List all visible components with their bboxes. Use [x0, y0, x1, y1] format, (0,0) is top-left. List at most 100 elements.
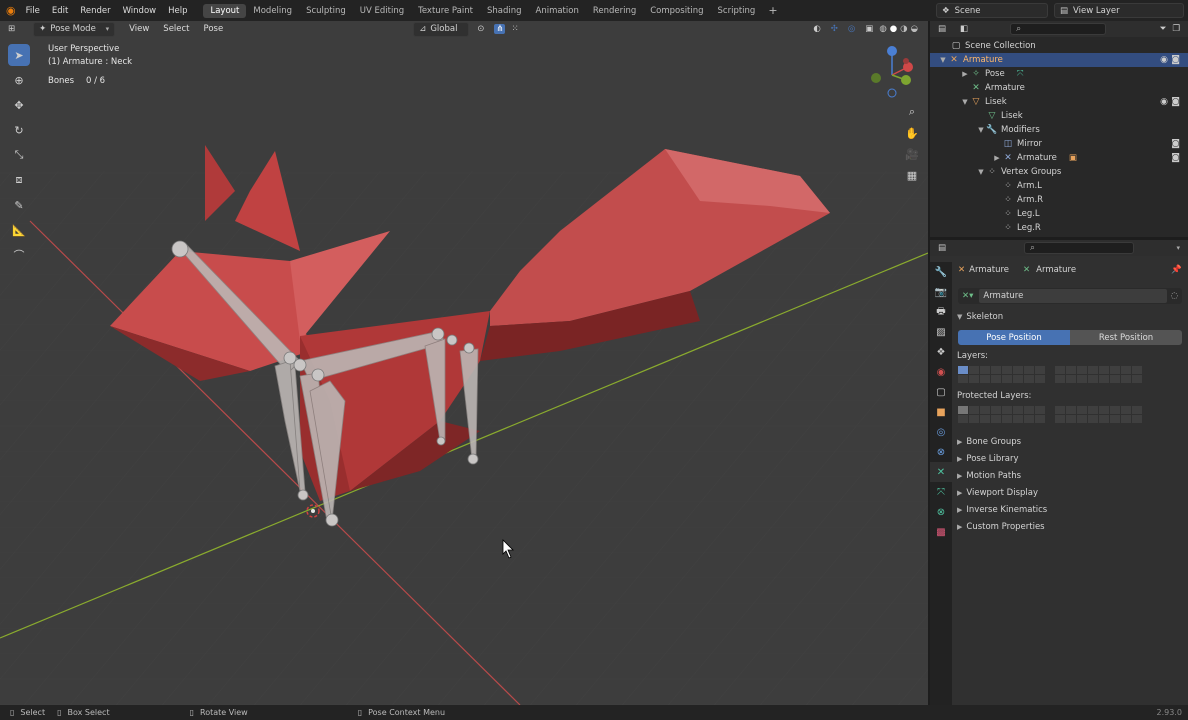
view-layer-tab-icon[interactable]: ▨	[930, 322, 952, 342]
tab-animation[interactable]: Animation	[529, 4, 586, 18]
expand-icon[interactable]: ▶	[960, 70, 970, 78]
outliner-search-input[interactable]: ⌕	[1010, 23, 1107, 35]
protected-layers-grid[interactable]	[958, 406, 1142, 423]
fake-user-icon[interactable]: ◌	[1171, 291, 1178, 301]
outliner-scene-collection[interactable]: ▢ Scene Collection	[930, 39, 1188, 53]
expand-icon[interactable]: ▼	[976, 168, 986, 176]
outliner-item-leg-l[interactable]: ⁘ Leg.L	[930, 207, 1188, 221]
viewport-scene[interactable]	[0, 21, 928, 705]
filter-icon[interactable]: ⏷	[1160, 24, 1167, 34]
pan-hand-icon[interactable]: ✋	[902, 123, 922, 143]
properties-editor-icon[interactable]: ▤	[938, 243, 946, 253]
properties-search-input[interactable]: ⌕	[1024, 242, 1135, 254]
mode-selector[interactable]: ✦ Pose Mode ▾	[33, 21, 116, 37]
expand-icon[interactable]: ▼	[938, 56, 948, 64]
cursor-tool-icon[interactable]: ⊕	[8, 69, 30, 91]
pose-tool-icon[interactable]: ⌒	[8, 244, 30, 266]
tab-scripting[interactable]: Scripting	[711, 4, 763, 18]
3d-viewport[interactable]: ⊞ ✦ Pose Mode ▾ View Select Pose ⊿ Globa…	[0, 21, 928, 705]
select-tool-icon[interactable]: ➤	[8, 44, 30, 66]
scene-tab-icon[interactable]: ❖	[930, 342, 952, 362]
menu-render[interactable]: Render	[74, 6, 116, 16]
physics-tab-icon[interactable]: ◎	[930, 422, 952, 442]
view-layer-selector[interactable]: ▤ View Layer	[1054, 3, 1184, 18]
shading-wireframe-icon[interactable]: ◍	[879, 24, 886, 34]
constraints-tab-icon[interactable]: ⊗	[930, 442, 952, 462]
navigation-gizmo[interactable]	[868, 45, 920, 101]
outliner-item-arm-r[interactable]: ⁘ Arm.R	[930, 193, 1188, 207]
gizmo-icon[interactable]: ✣	[831, 24, 838, 34]
xray-icon[interactable]: ▣	[865, 24, 873, 34]
panel-pose-library[interactable]: ▶ Pose Library	[957, 451, 1181, 467]
expand-icon[interactable]: ▶	[992, 154, 1002, 162]
chevron-down-icon[interactable]: ▾	[1176, 244, 1180, 252]
outliner-item-modifiers[interactable]: ▼ 🔧 Modifiers	[930, 123, 1188, 137]
layers-block-1[interactable]	[958, 366, 1045, 383]
bone-constraints-tab-icon[interactable]: ⊗	[930, 502, 952, 522]
shading-material-icon[interactable]: ◑	[900, 24, 907, 34]
protected-block-1[interactable]	[958, 406, 1045, 423]
rest-position-button[interactable]: Rest Position	[1070, 330, 1182, 345]
menu-file[interactable]: File	[20, 6, 46, 16]
camera-icon[interactable]: 🎥	[902, 144, 922, 164]
panel-motion-paths[interactable]: ▶ Motion Paths	[957, 468, 1181, 484]
editor-type-icon[interactable]: ⊞	[0, 24, 19, 34]
tab-modeling[interactable]: Modeling	[246, 4, 299, 18]
tab-shading[interactable]: Shading	[480, 4, 529, 18]
menu-view[interactable]: View	[129, 24, 149, 34]
outliner-item-armature-modifier[interactable]: ▶ ✕ Armature ▣ ◙	[930, 151, 1188, 165]
menu-edit[interactable]: Edit	[46, 6, 74, 16]
output-tab-icon[interactable]: 🖶	[930, 302, 952, 322]
snap-options-icon[interactable]: ⁙	[511, 24, 518, 34]
scene-selector[interactable]: ❖ Scene	[936, 3, 1048, 18]
outliner-editor-icon[interactable]: ▤	[938, 24, 946, 34]
panel-viewport-display[interactable]: ▶ Viewport Display	[957, 485, 1181, 501]
datablock-selector[interactable]: ✕▾ Armature ◌	[958, 288, 1182, 304]
outliner-item-leg-r[interactable]: ⁘ Leg.R	[930, 221, 1188, 235]
outliner-item-mirror[interactable]: ◫ Mirror ◙	[930, 137, 1188, 151]
eye-icon[interactable]: ◉	[1160, 97, 1168, 107]
measure-tool-icon[interactable]: 📐	[8, 219, 30, 241]
layers-block-2[interactable]	[1055, 366, 1142, 383]
panel-custom-properties[interactable]: ▶ Custom Properties	[957, 519, 1181, 535]
panel-bone-groups[interactable]: ▶ Bone Groups	[957, 434, 1181, 450]
expand-icon[interactable]: ▼	[976, 126, 986, 134]
render-camera-icon[interactable]: ◙	[1171, 139, 1180, 149]
add-workspace-icon[interactable]: +	[762, 4, 783, 17]
pivot-icon[interactable]: ⊙	[477, 24, 484, 34]
new-collection-icon[interactable]: ❐	[1172, 24, 1180, 34]
outliner-item-lisek-mesh[interactable]: ▽ Lisek	[930, 109, 1188, 123]
zoom-icon[interactable]: ⌕	[902, 102, 922, 122]
shading-rendered-icon[interactable]: ◒	[911, 24, 918, 34]
render-tab-icon[interactable]: 📷	[930, 282, 952, 302]
outliner-item-armature[interactable]: ▼ ✕ Armature ◉ ◙	[930, 53, 1188, 67]
panel-skeleton[interactable]: ▼ Skeleton	[957, 309, 1181, 325]
menu-help[interactable]: Help	[162, 6, 193, 16]
tab-sculpting[interactable]: Sculpting	[299, 4, 353, 18]
move-tool-icon[interactable]: ✥	[8, 94, 30, 116]
render-camera-icon[interactable]: ◙	[1171, 55, 1180, 65]
pose-position-button[interactable]: Pose Position	[958, 330, 1070, 345]
object-tab-icon[interactable]: ■	[930, 402, 952, 422]
outliner-item-pose[interactable]: ▶ ✧ Pose ⤧	[930, 67, 1188, 81]
menu-select[interactable]: Select	[163, 24, 189, 34]
pin-icon[interactable]: 📌	[1171, 265, 1182, 275]
render-camera-icon[interactable]: ◙	[1171, 97, 1180, 107]
expand-icon[interactable]: ▼	[960, 98, 970, 106]
datablock-name-field[interactable]: Armature	[979, 289, 1167, 303]
outliner-item-vertex-groups[interactable]: ▼ ⁘ Vertex Groups	[930, 165, 1188, 179]
panel-inverse-kinematics[interactable]: ▶ Inverse Kinematics	[957, 502, 1181, 518]
protected-block-2[interactable]	[1055, 406, 1142, 423]
orientation-selector[interactable]: ⊿ Global	[413, 21, 470, 37]
blender-logo-icon[interactable]: ◉	[0, 4, 20, 17]
menu-window[interactable]: Window	[117, 6, 163, 16]
tab-compositing[interactable]: Compositing	[643, 4, 710, 18]
tab-rendering[interactable]: Rendering	[586, 4, 643, 18]
layers-grid[interactable]	[958, 366, 1142, 383]
grid-view-icon[interactable]: ▦	[902, 165, 922, 185]
scale-tool-icon[interactable]: ⤡	[8, 144, 30, 166]
collection-tab-icon[interactable]: ▢	[930, 382, 952, 402]
tab-layout[interactable]: Layout	[203, 3, 247, 18]
render-camera-icon[interactable]: ◙	[1171, 153, 1180, 163]
annotate-tool-icon[interactable]: ✎	[8, 194, 30, 216]
